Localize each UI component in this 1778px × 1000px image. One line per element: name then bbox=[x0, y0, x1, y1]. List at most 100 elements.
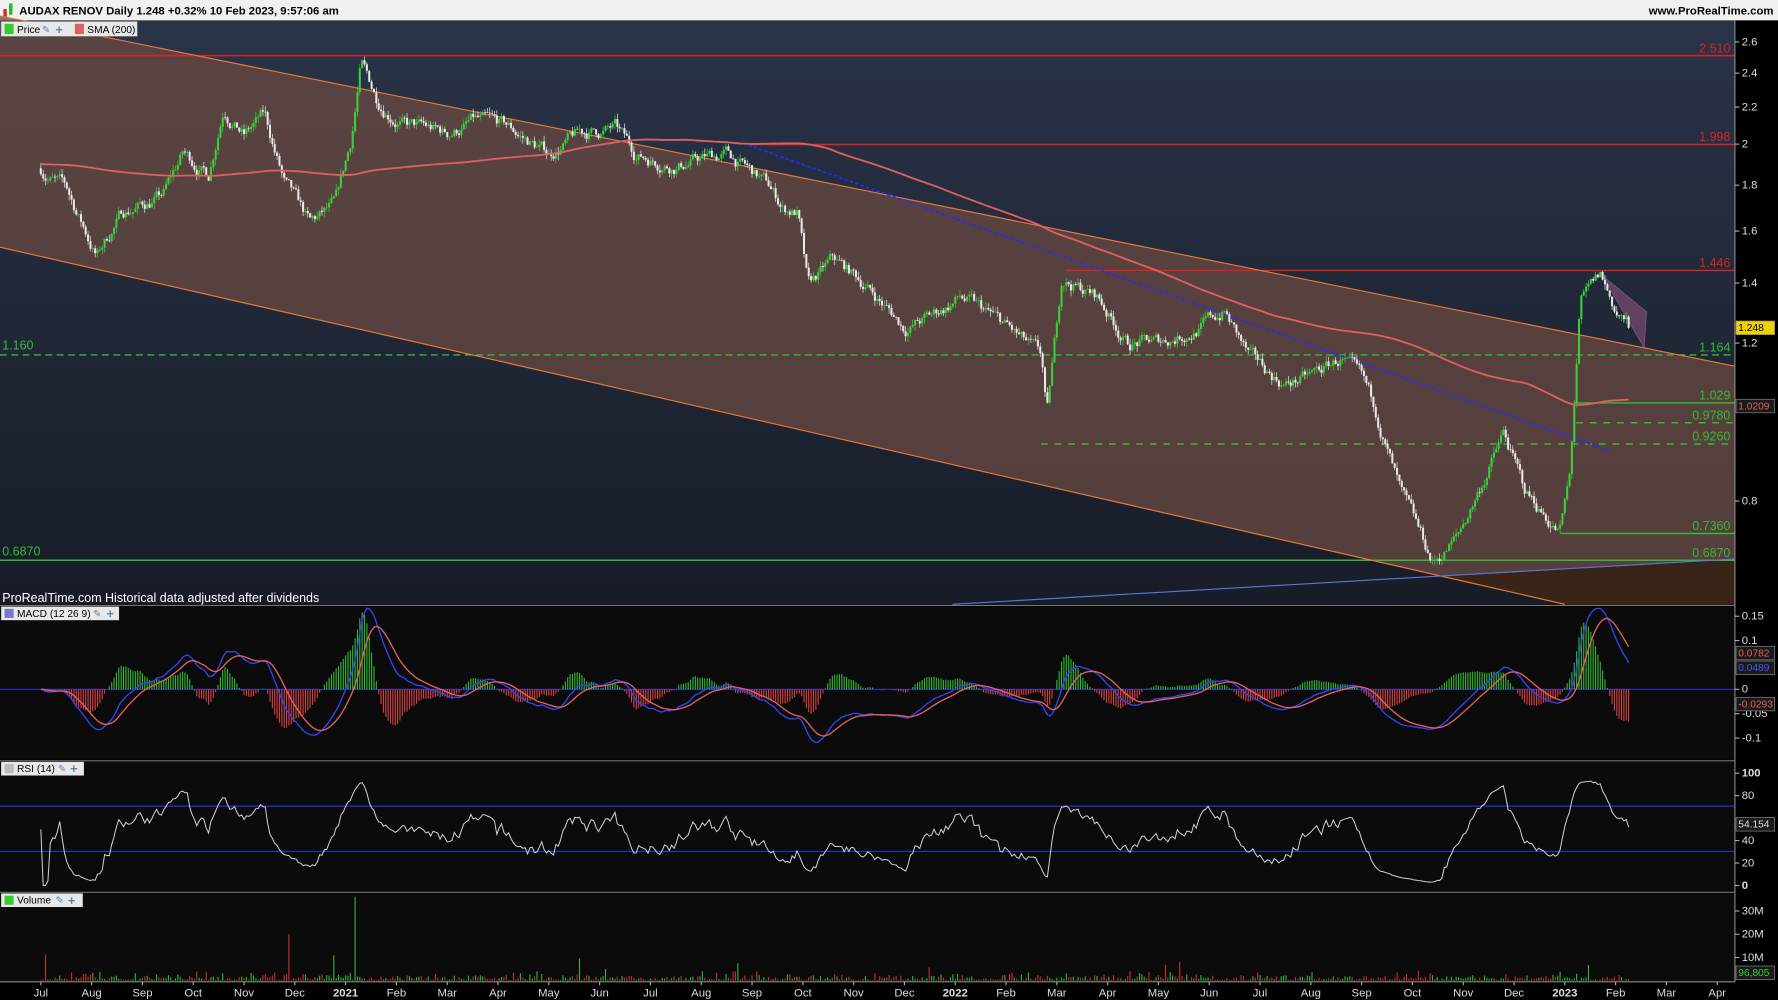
volume-legend[interactable]: Volume ✎ + bbox=[1, 893, 83, 908]
candle-body bbox=[1422, 527, 1425, 540]
candle-body bbox=[1140, 335, 1143, 340]
candle-body bbox=[1268, 371, 1271, 373]
candle-body bbox=[774, 188, 777, 199]
rsi-tick-label: 20 bbox=[1742, 857, 1755, 869]
candle-body bbox=[413, 119, 416, 125]
candle-body bbox=[1216, 318, 1219, 320]
wrench-icon[interactable]: ✎ bbox=[56, 896, 65, 907]
candle-body bbox=[219, 126, 222, 139]
candle-body bbox=[980, 300, 983, 309]
candle-body bbox=[1214, 317, 1217, 320]
candle-body bbox=[677, 163, 680, 171]
candle-body bbox=[148, 204, 151, 208]
volume-panel[interactable] bbox=[0, 893, 1735, 982]
candle-body bbox=[1592, 278, 1595, 281]
candle-body bbox=[1393, 463, 1396, 468]
month-label: Oct bbox=[1404, 988, 1422, 1000]
candle-body bbox=[91, 248, 94, 250]
candle-body bbox=[1502, 429, 1505, 436]
support-level-0926-label: 0.9260 bbox=[1692, 430, 1730, 444]
candle-body bbox=[309, 213, 312, 218]
candle-body bbox=[467, 119, 470, 122]
candle-body bbox=[162, 188, 165, 196]
candle-body bbox=[911, 325, 914, 327]
rsi-panel[interactable] bbox=[0, 761, 1735, 892]
plus-icon[interactable]: + bbox=[68, 894, 75, 908]
candle-body bbox=[628, 135, 631, 143]
candle-body bbox=[751, 165, 754, 174]
candle-body bbox=[611, 123, 614, 128]
candle-body bbox=[857, 277, 860, 280]
candle-body bbox=[1549, 526, 1552, 528]
candle-body bbox=[1084, 289, 1087, 294]
candle-body bbox=[1438, 558, 1441, 562]
price-legend-label: Price bbox=[17, 25, 41, 36]
candle-body bbox=[358, 68, 361, 92]
month-label: Aug bbox=[691, 988, 711, 1000]
plus-icon[interactable]: + bbox=[70, 762, 77, 776]
candle-body bbox=[1485, 477, 1488, 486]
candle-body bbox=[961, 295, 964, 299]
wrench-icon[interactable]: ✎ bbox=[93, 609, 102, 620]
price-legend[interactable]: Price ✎ + SMA (200) bbox=[0, 21, 138, 37]
candle-body bbox=[436, 125, 439, 127]
candle-body bbox=[44, 178, 47, 181]
candle-body bbox=[673, 169, 676, 175]
wrench-icon[interactable]: ✎ bbox=[58, 764, 67, 775]
candle-body bbox=[113, 227, 116, 234]
candle-body bbox=[363, 60, 366, 65]
candle-body bbox=[351, 131, 354, 149]
candle-body bbox=[1353, 357, 1356, 360]
candle-body bbox=[580, 128, 583, 133]
wrench-icon[interactable]: ✎ bbox=[42, 25, 51, 36]
candle-body bbox=[500, 116, 503, 120]
candle-body bbox=[297, 189, 300, 201]
candle-body bbox=[885, 305, 888, 306]
candle-body bbox=[1530, 496, 1533, 497]
candle-body bbox=[1504, 429, 1507, 438]
histogram-value-tag: -0.0293 bbox=[1738, 699, 1773, 710]
plus-icon[interactable]: + bbox=[107, 607, 114, 621]
candle-body bbox=[791, 210, 794, 215]
last-price-tag: 1.248 bbox=[1738, 323, 1764, 334]
candle-body bbox=[1492, 452, 1495, 458]
candle-body bbox=[266, 112, 269, 125]
candle-body bbox=[888, 305, 891, 308]
month-label: Sep bbox=[132, 988, 152, 1000]
candle-body bbox=[195, 169, 198, 176]
candle-body bbox=[186, 151, 189, 153]
candle-body bbox=[826, 259, 829, 264]
candle-body bbox=[252, 123, 255, 128]
candle-body bbox=[1296, 382, 1299, 384]
candle-body bbox=[1211, 315, 1214, 318]
candle-body bbox=[1204, 316, 1207, 319]
candle-body bbox=[793, 210, 796, 216]
candle-body bbox=[1010, 324, 1013, 330]
candle-body bbox=[1490, 457, 1493, 467]
candle-body bbox=[949, 306, 952, 311]
site-link[interactable]: www.ProRealTime.com bbox=[1648, 6, 1774, 18]
candle-body bbox=[975, 300, 978, 302]
candle-body bbox=[989, 309, 992, 312]
candle-body bbox=[1528, 491, 1531, 497]
candle-body bbox=[344, 160, 347, 171]
candle-body bbox=[1025, 337, 1028, 341]
candle-body bbox=[649, 160, 652, 166]
candle-body bbox=[1384, 439, 1387, 444]
candle-body bbox=[682, 166, 685, 170]
candle-body bbox=[1053, 337, 1056, 363]
candle-body bbox=[762, 173, 765, 175]
candle-body bbox=[424, 122, 427, 126]
candle-body bbox=[850, 269, 853, 274]
candle-body bbox=[1287, 381, 1290, 383]
plus-icon[interactable]: + bbox=[56, 23, 63, 37]
rsi-legend[interactable]: RSI (14) ✎ + bbox=[1, 761, 84, 776]
candle-body bbox=[39, 168, 42, 175]
candle-body bbox=[259, 110, 262, 117]
macd-legend[interactable]: MACD (12 26 9) ✎ + bbox=[1, 606, 120, 621]
candle-body bbox=[53, 176, 57, 178]
candle-body bbox=[1483, 485, 1486, 488]
candle-body bbox=[280, 165, 283, 173]
candle-body bbox=[101, 247, 104, 250]
month-label: Nov bbox=[844, 988, 864, 1000]
